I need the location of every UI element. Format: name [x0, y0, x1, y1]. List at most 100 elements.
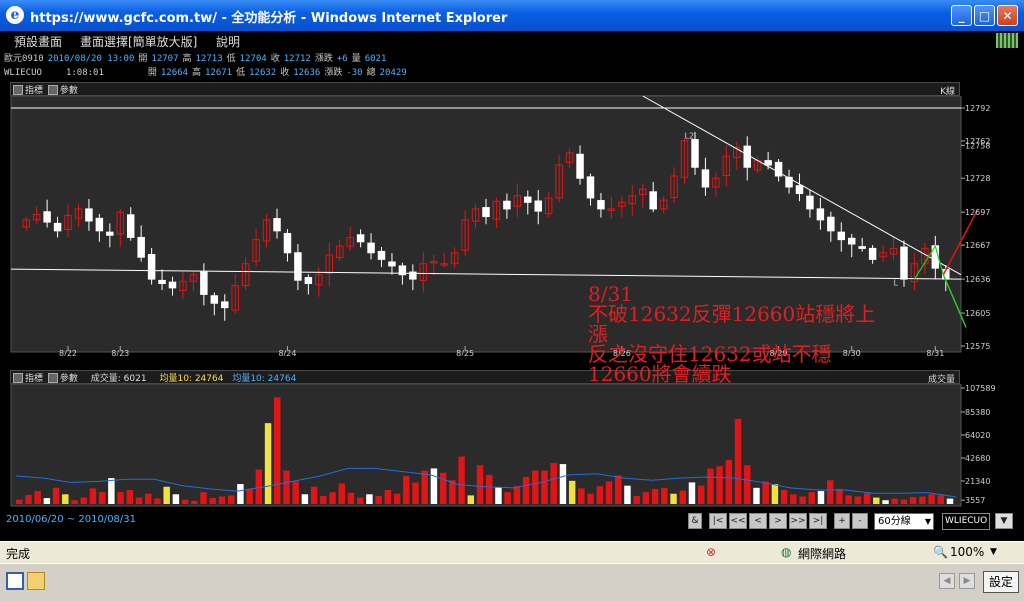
- last-button[interactable]: >|: [809, 513, 827, 529]
- volume-bar: [154, 498, 161, 504]
- fast-next-button[interactable]: >>: [789, 513, 807, 529]
- volume-chart[interactable]: 107589 85380 64020 42680 21340 3557: [0, 384, 1024, 510]
- candle-down: [827, 216, 835, 232]
- param-toggle-icon[interactable]: [47, 85, 58, 95]
- candle-down: [294, 252, 302, 281]
- volume-bar: [467, 495, 475, 504]
- menu-item-help[interactable]: 說明: [216, 33, 240, 50]
- y-tick-label: 12667: [965, 241, 990, 250]
- menu-bar: 預設畫面 畫面選擇[簡單放大版] 說明: [0, 31, 1024, 49]
- param-toggle-icon[interactable]: [47, 373, 58, 383]
- period-select[interactable]: 60分線 ▼: [874, 513, 934, 530]
- volume-bar: [624, 485, 631, 504]
- volume-bar: [863, 493, 871, 504]
- close-value: 12712: [283, 54, 311, 64]
- close-value: 12636: [293, 68, 321, 78]
- settings-button[interactable]: 設定: [983, 571, 1019, 593]
- volume-bar: [734, 418, 742, 504]
- x-tick-label: 8/24: [278, 349, 296, 356]
- volume-bar: [310, 486, 318, 504]
- toolbar-grip-icon[interactable]: [996, 33, 1018, 48]
- high-label: 高: [182, 54, 192, 64]
- minimize-button[interactable]: _: [951, 5, 972, 26]
- symbol-input[interactable]: WLIECUO: [942, 513, 990, 530]
- menu-item-default-view[interactable]: 預設畫面: [14, 33, 62, 50]
- volume-bar: [209, 498, 216, 504]
- bottom-bar: ◀ ▶ 設定: [0, 563, 1024, 601]
- zoom-in-button[interactable]: +: [834, 513, 850, 529]
- volume-bar: [568, 480, 576, 504]
- pivot-label: L: [894, 279, 899, 288]
- status-bar: 完成 ⊗ ◍ 網際網路 🔍 100% ▼: [0, 541, 1024, 563]
- menu-item-view-select[interactable]: 畫面選擇[簡單放大版]: [80, 33, 197, 50]
- x-tick-label: 8/25: [456, 349, 474, 356]
- candle-down: [283, 232, 292, 254]
- volume-bar: [891, 498, 898, 504]
- volume-bar: [375, 495, 382, 504]
- volume-bar: [919, 496, 926, 504]
- annotation-line: 不破12632反彈12660站穩將上: [588, 302, 876, 326]
- volume-bar: [725, 459, 733, 504]
- volume-bar: [808, 492, 815, 504]
- folder-icon[interactable]: [27, 572, 45, 590]
- candle-down: [597, 200, 605, 210]
- indicator-toggle-icon[interactable]: [13, 373, 23, 383]
- scroll-right-icon[interactable]: ▶: [959, 573, 975, 589]
- candle-down: [806, 195, 814, 210]
- volume-value-label: 成交量: 6021: [90, 374, 147, 384]
- chevron-down-icon[interactable]: ▼: [990, 547, 997, 557]
- volume-bar: [338, 483, 345, 504]
- open-label: 開: [147, 68, 157, 78]
- y-tick-label: 107589: [965, 384, 996, 393]
- volume-bar: [670, 493, 677, 504]
- volume-bar: [117, 491, 124, 504]
- volume-value: 20429: [379, 68, 407, 78]
- candle-down: [43, 211, 51, 223]
- fast-prev-button[interactable]: <<: [729, 513, 747, 529]
- close-button[interactable]: ✕: [997, 5, 1018, 26]
- draw-tool-button[interactable]: &: [688, 513, 702, 529]
- y-tick-label: 12575: [965, 342, 990, 351]
- zoom-icon[interactable]: 🔍: [933, 545, 948, 559]
- maximize-button[interactable]: □: [974, 5, 995, 26]
- candle-down: [524, 196, 532, 203]
- volume-bar: [301, 494, 309, 504]
- candle-down: [868, 247, 877, 260]
- volume-bar: [292, 481, 299, 504]
- indicator-toggle-icon[interactable]: [13, 85, 23, 95]
- volume-bar: [486, 474, 493, 504]
- zoom-level[interactable]: 100%: [950, 545, 984, 559]
- zoom-out-button[interactable]: -: [852, 513, 868, 529]
- param-button[interactable]: 參數: [60, 374, 78, 384]
- candle-down: [158, 279, 166, 284]
- indicator-button[interactable]: 指標: [25, 374, 43, 384]
- volume-bar: [366, 494, 373, 504]
- candle-down: [168, 281, 177, 289]
- first-button[interactable]: |<: [709, 513, 727, 529]
- quote-row: WLIECUO 1:08:01 開 12664 高 12671 低 12632 收 12636 漲跌…: [4, 65, 411, 78]
- date-range-label: 2010/06/20 ~ 2010/08/31: [6, 514, 137, 525]
- candle-down: [137, 236, 145, 258]
- candle-down: [534, 200, 542, 212]
- volume-bar: [762, 481, 769, 504]
- volume-bar: [753, 487, 760, 504]
- volume-bar: [108, 478, 115, 504]
- scroll-left-icon[interactable]: ◀: [939, 573, 955, 589]
- open-value: 12707: [151, 54, 179, 64]
- next-button[interactable]: >: [769, 513, 787, 529]
- pivot-label: L2: [685, 132, 695, 141]
- prev-button[interactable]: <: [749, 513, 767, 529]
- volume-bar: [16, 499, 23, 504]
- y-tick-label: 85380: [965, 408, 990, 417]
- symbol-dropdown-button[interactable]: ▼: [995, 513, 1013, 529]
- open-label: 開: [138, 54, 148, 64]
- volume-bar: [550, 463, 557, 504]
- y-tick-label: 12697: [965, 208, 990, 217]
- volume-bar: [522, 477, 530, 504]
- window-icon[interactable]: [6, 572, 24, 590]
- indicator-button[interactable]: 指標: [25, 86, 43, 96]
- volume-bar: [52, 487, 60, 504]
- ie-logo-icon: e: [6, 6, 24, 24]
- param-button[interactable]: 參數: [60, 86, 78, 96]
- close-label: 收: [270, 54, 280, 64]
